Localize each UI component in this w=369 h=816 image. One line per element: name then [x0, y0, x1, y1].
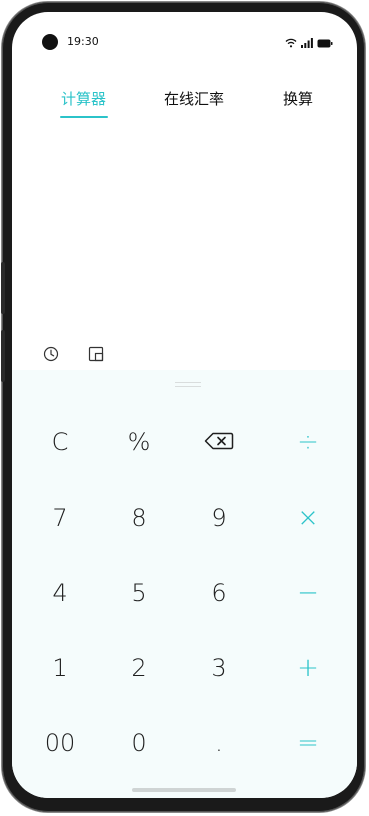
key-6[interactable]: 6 [182, 563, 256, 623]
power-button [1, 330, 5, 382]
key-7[interactable]: 7 [23, 488, 97, 548]
volume-button [1, 262, 5, 314]
backspace-key[interactable] [182, 412, 256, 472]
status-bar: 19:30 [12, 12, 357, 50]
tab-calculator[interactable]: 计算器 [61, 86, 106, 112]
history-icon[interactable] [43, 346, 59, 362]
wifi-icon [285, 33, 297, 52]
status-time: 19:30 [67, 35, 99, 48]
backspace-icon [204, 428, 234, 456]
drag-handle[interactable] [175, 382, 201, 387]
signal-icon [301, 33, 313, 52]
tab-exchange-rate[interactable]: 在线汇率 [164, 86, 224, 112]
tab-bar: 计算器 在线汇率 换算 [12, 86, 357, 126]
clear-key[interactable]: C [23, 412, 97, 472]
divide-key[interactable]: ÷ [271, 412, 345, 472]
active-tab-indicator [60, 116, 108, 118]
key-2[interactable]: 2 [102, 638, 176, 698]
key-0[interactable]: 0 [102, 713, 176, 773]
tab-conversion[interactable]: 换算 [283, 86, 313, 112]
home-indicator[interactable] [132, 788, 236, 792]
keypad: C% ÷ 7 8 9 × 4 5 6− 1 2 3 +00 0. = [12, 370, 357, 798]
mini-window-icon[interactable] [88, 346, 104, 362]
multiply-key[interactable]: × [271, 488, 345, 548]
minus-key[interactable]: − [271, 563, 345, 623]
plus-key[interactable]: + [271, 638, 345, 698]
key-8[interactable]: 8 [102, 488, 176, 548]
key-4[interactable]: 4 [23, 563, 97, 623]
front-camera [42, 34, 58, 50]
screen: 19:30 计算器 在线汇率 换算 C% ÷ 7 8 9 × 4 5 6− 1 2 3 +00 0. = [12, 12, 357, 798]
percent-key[interactable]: % [102, 412, 176, 472]
status-icons [285, 34, 333, 50]
key-5[interactable]: 5 [102, 563, 176, 623]
battery-icon [317, 33, 333, 52]
key-00[interactable]: 00 [23, 713, 97, 773]
key-1[interactable]: 1 [23, 638, 97, 698]
equals-key[interactable]: = [271, 713, 345, 773]
decimal-key[interactable]: . [182, 713, 256, 773]
key-9[interactable]: 9 [182, 488, 256, 548]
key-3[interactable]: 3 [182, 638, 256, 698]
